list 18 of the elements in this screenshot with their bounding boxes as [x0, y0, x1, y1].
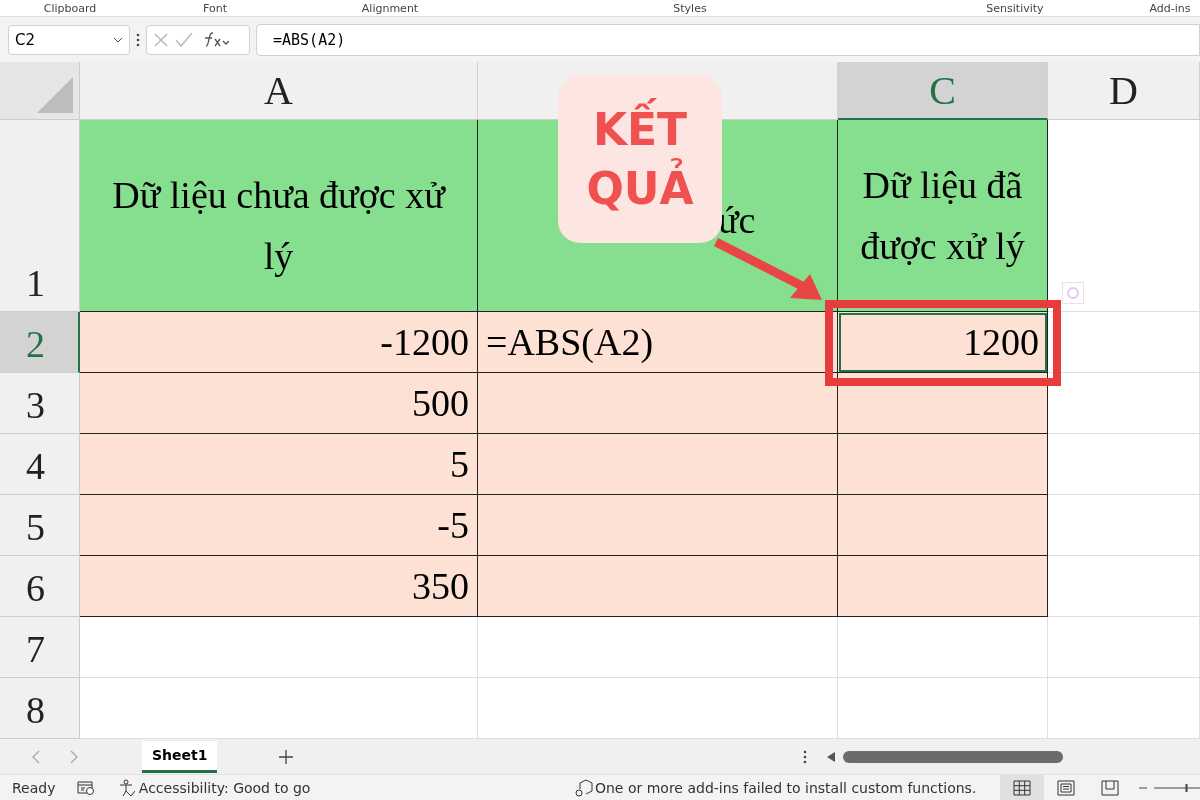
cell-text: Dữ liệu đã được xử lý — [859, 162, 1026, 269]
callout-tooltip: KẾT QUẢ — [558, 75, 722, 243]
cell-text: Dữ liệu chưa được xử lý — [111, 172, 447, 279]
cell-text: =ABS(A2) — [486, 319, 654, 365]
cell-text: -1200 — [380, 319, 469, 365]
ribbon-group-label: Add-ins — [1149, 2, 1191, 16]
ribbon-group-label: Sensitivity — [986, 2, 1044, 16]
cell-text: 5 — [450, 441, 469, 487]
cell-text: 350 — [412, 563, 469, 609]
ribbon-group-label: Alignment — [361, 2, 419, 16]
add-in-message: One or more add-ins failed to install custom functions. — [594, 779, 977, 796]
ribbon-group-label: Clipboard — [43, 2, 97, 16]
cell-text: 1200 — [963, 319, 1039, 365]
cell-text: -5 — [437, 502, 469, 548]
ribbon-group-label: Font — [203, 2, 227, 16]
status-mode: Ready — [12, 779, 56, 796]
ribbon-group-label: Styles — [673, 2, 707, 16]
cell-text: 500 — [412, 380, 469, 426]
